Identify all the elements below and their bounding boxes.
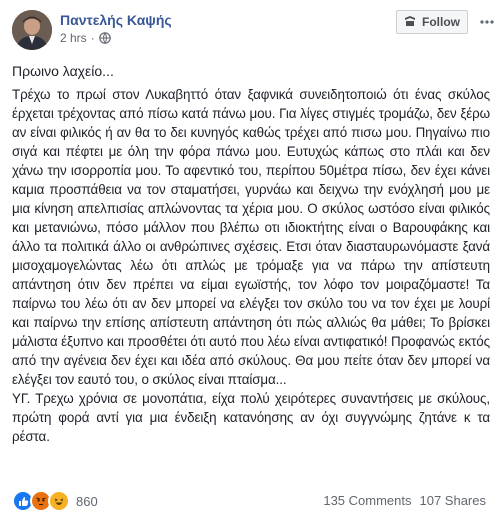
post-paragraph-main: Τρέχω το πρωί στον Λυκαβηττό όταν ξαφνικ…: [12, 87, 490, 387]
follow-button[interactable]: Follow: [396, 10, 468, 34]
post-time[interactable]: 2 hrs: [60, 31, 87, 45]
post-title: Πρωινο λαχείο...: [12, 63, 114, 79]
avatar[interactable]: [12, 10, 52, 50]
shares-link[interactable]: 107 Shares: [420, 493, 487, 508]
reactions-summary[interactable]: 860: [12, 490, 98, 512]
comments-link[interactable]: 135 Comments: [323, 493, 411, 508]
post-meta: 2 hrs ·: [60, 31, 111, 45]
post-paragraph-ps: ΥΓ. Τρεχω χρόνια σε μονοπάτια, είχα πολύ…: [12, 391, 490, 444]
author-name[interactable]: Παντελής Καψής: [60, 12, 172, 28]
more-dots-icon: [480, 20, 494, 24]
facebook-post: Παντελής Καψής 2 hrs · Follow Πρωινο λαχ…: [0, 0, 502, 523]
more-options-button[interactable]: [478, 10, 496, 34]
globe-icon[interactable]: [98, 32, 111, 44]
post-stats: 135 Comments 107 Shares: [323, 493, 486, 508]
post-body: Τρέχω το πρωί στον Λυκαβηττό όταν ξαφνικ…: [12, 85, 490, 446]
follow-label: Follow: [422, 15, 460, 29]
reaction-count: 860: [76, 493, 98, 509]
haha-reaction-icon: [48, 490, 70, 512]
follow-icon: [404, 15, 416, 30]
